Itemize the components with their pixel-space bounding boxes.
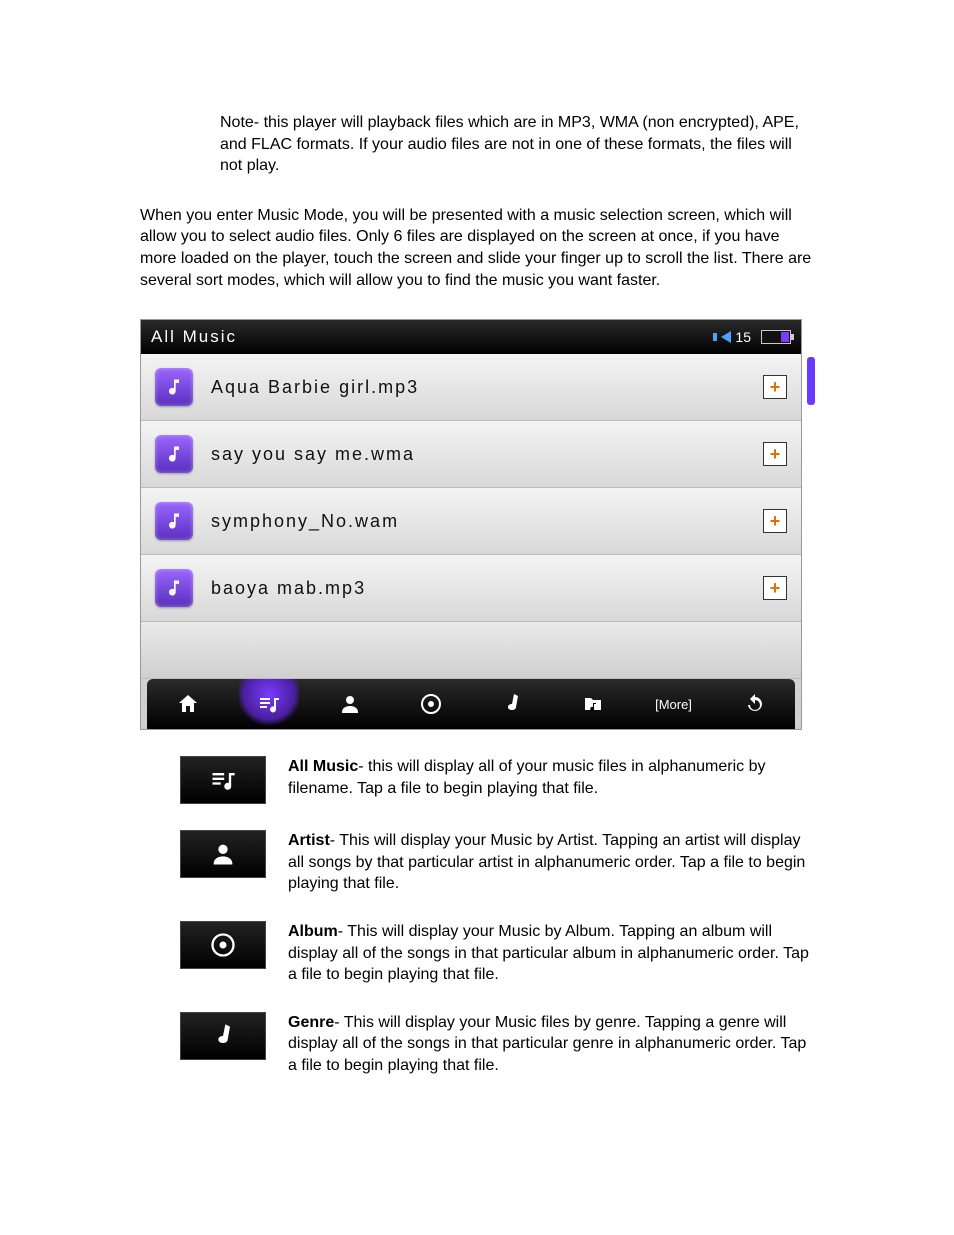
folder-icon[interactable] (563, 679, 623, 729)
music-note-icon (155, 502, 193, 540)
home-icon[interactable] (158, 679, 218, 729)
legend-desc: - This will display your Music by Artist… (288, 832, 805, 892)
more-button[interactable]: [More] (644, 679, 704, 729)
legend-text: Artist- This will display your Music by … (288, 830, 814, 895)
album-icon[interactable] (401, 679, 461, 729)
legend-section: All Music- this will display all of your… (140, 756, 814, 1076)
legend-row-all-music: All Music- this will display all of your… (140, 756, 814, 804)
device-header: All Music 15 (141, 320, 801, 354)
device-screenshot: All Music 15 Aqua Barbie girl.mp3 + (140, 319, 802, 730)
legend-title: All Music (288, 758, 358, 775)
volume-indicator: 15 (713, 329, 751, 345)
legend-row-genre: Genre- This will display your Music file… (140, 1012, 814, 1077)
artist-icon (180, 830, 266, 878)
scrollbar-thumb[interactable] (807, 357, 815, 405)
legend-row-artist: Artist- This will display your Music by … (140, 830, 814, 895)
song-row[interactable]: symphony_No.wam + (141, 488, 801, 555)
artist-icon[interactable] (320, 679, 380, 729)
album-icon (180, 921, 266, 969)
legend-text: Album- This will display your Music by A… (288, 921, 814, 986)
genre-icon (180, 1012, 266, 1060)
volume-level: 15 (735, 329, 751, 345)
add-button[interactable]: + (763, 442, 787, 466)
speaker-icon (713, 333, 717, 341)
song-title: baoya mab.mp3 (211, 578, 366, 599)
legend-text: Genre- This will display your Music file… (288, 1012, 814, 1077)
legend-desc: - This will display your Music by Album.… (288, 923, 809, 983)
legend-desc: - this will display all of your music fi… (288, 758, 766, 797)
song-row[interactable]: Aqua Barbie girl.mp3 + (141, 354, 801, 421)
legend-title: Artist (288, 832, 330, 849)
song-title: Aqua Barbie girl.mp3 (211, 377, 419, 398)
legend-title: Album (288, 923, 338, 940)
legend-title: Genre (288, 1014, 334, 1031)
device-nav-bar: [More] (147, 679, 795, 729)
all-music-icon (180, 756, 266, 804)
intro-paragraph: When you enter Music Mode, you will be p… (140, 205, 814, 291)
legend-row-album: Album- This will display your Music by A… (140, 921, 814, 986)
all-music-icon[interactable] (239, 679, 299, 729)
add-button[interactable]: + (763, 375, 787, 399)
music-note-icon (155, 435, 193, 473)
song-title: say you say me.wma (211, 444, 415, 465)
note-paragraph: Note- this player will playback files wh… (220, 112, 814, 177)
screen-title: All Music (151, 327, 713, 347)
refresh-icon[interactable] (725, 679, 785, 729)
music-note-icon (155, 368, 193, 406)
music-note-icon (155, 569, 193, 607)
genre-icon[interactable] (482, 679, 542, 729)
speaker-icon (721, 331, 731, 343)
legend-desc: - This will display your Music files by … (288, 1014, 806, 1074)
battery-icon (761, 330, 791, 344)
legend-text: All Music- this will display all of your… (288, 756, 814, 799)
song-title: symphony_No.wam (211, 511, 399, 532)
document-page: Note- this player will playback files wh… (0, 0, 954, 1235)
empty-row (141, 622, 801, 679)
song-row[interactable]: say you say me.wma + (141, 421, 801, 488)
device-screenshot-wrap: All Music 15 Aqua Barbie girl.mp3 + (140, 319, 814, 730)
add-button[interactable]: + (763, 509, 787, 533)
song-row[interactable]: baoya mab.mp3 + (141, 555, 801, 622)
add-button[interactable]: + (763, 576, 787, 600)
